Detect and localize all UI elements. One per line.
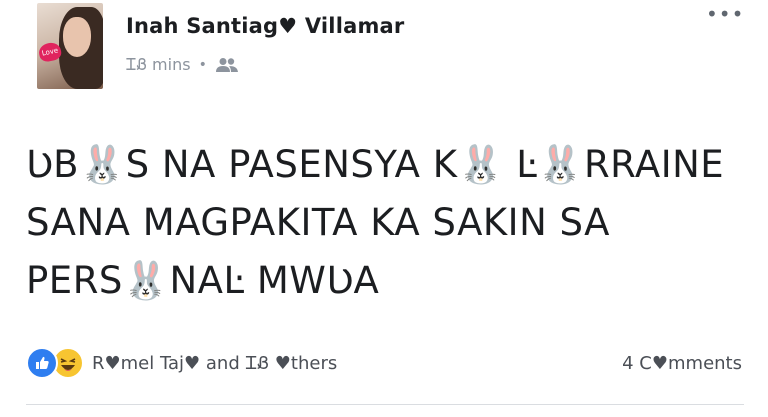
like-icon (26, 347, 58, 379)
post-meta: ᏆᏰ mins • (126, 55, 239, 75)
post-message-line: PERS🐰NAĿ MWƲA (26, 259, 380, 302)
reaction-names[interactable]: R♥mel Taj♥ and ᏆᏰ ♥thers (92, 353, 337, 374)
facebook-post: Love Inah Santiag♥ Villamar ᏆᏰ mins • ••… (0, 0, 768, 417)
post-message-line: ƲB🐰S NA PASENSYA K🐰 Ŀ🐰RRAINE (26, 143, 725, 186)
meta-separator: • (198, 57, 207, 73)
comments-count-link[interactable]: 4 C♥mments (622, 353, 742, 374)
post-message: ƲB🐰S NA PASENSYA K🐰 Ŀ🐰RRAINE SANA MAGPAK… (26, 136, 751, 310)
avatar-face (63, 17, 91, 57)
footer-divider (26, 404, 744, 405)
author-name[interactable]: Inah Santiag♥ Villamar (126, 14, 404, 38)
post-timestamp[interactable]: ᏆᏰ mins (126, 55, 191, 75)
reactions-summary[interactable]: R♥mel Taj♥ and ᏆᏰ ♥thers (26, 346, 337, 380)
friends-icon[interactable] (215, 57, 239, 73)
more-options-button[interactable]: ••• (706, 4, 743, 26)
post-message-line: SANA MAGPAKITA KA SAKIN SA (26, 201, 610, 244)
author-avatar[interactable]: Love (37, 3, 103, 89)
